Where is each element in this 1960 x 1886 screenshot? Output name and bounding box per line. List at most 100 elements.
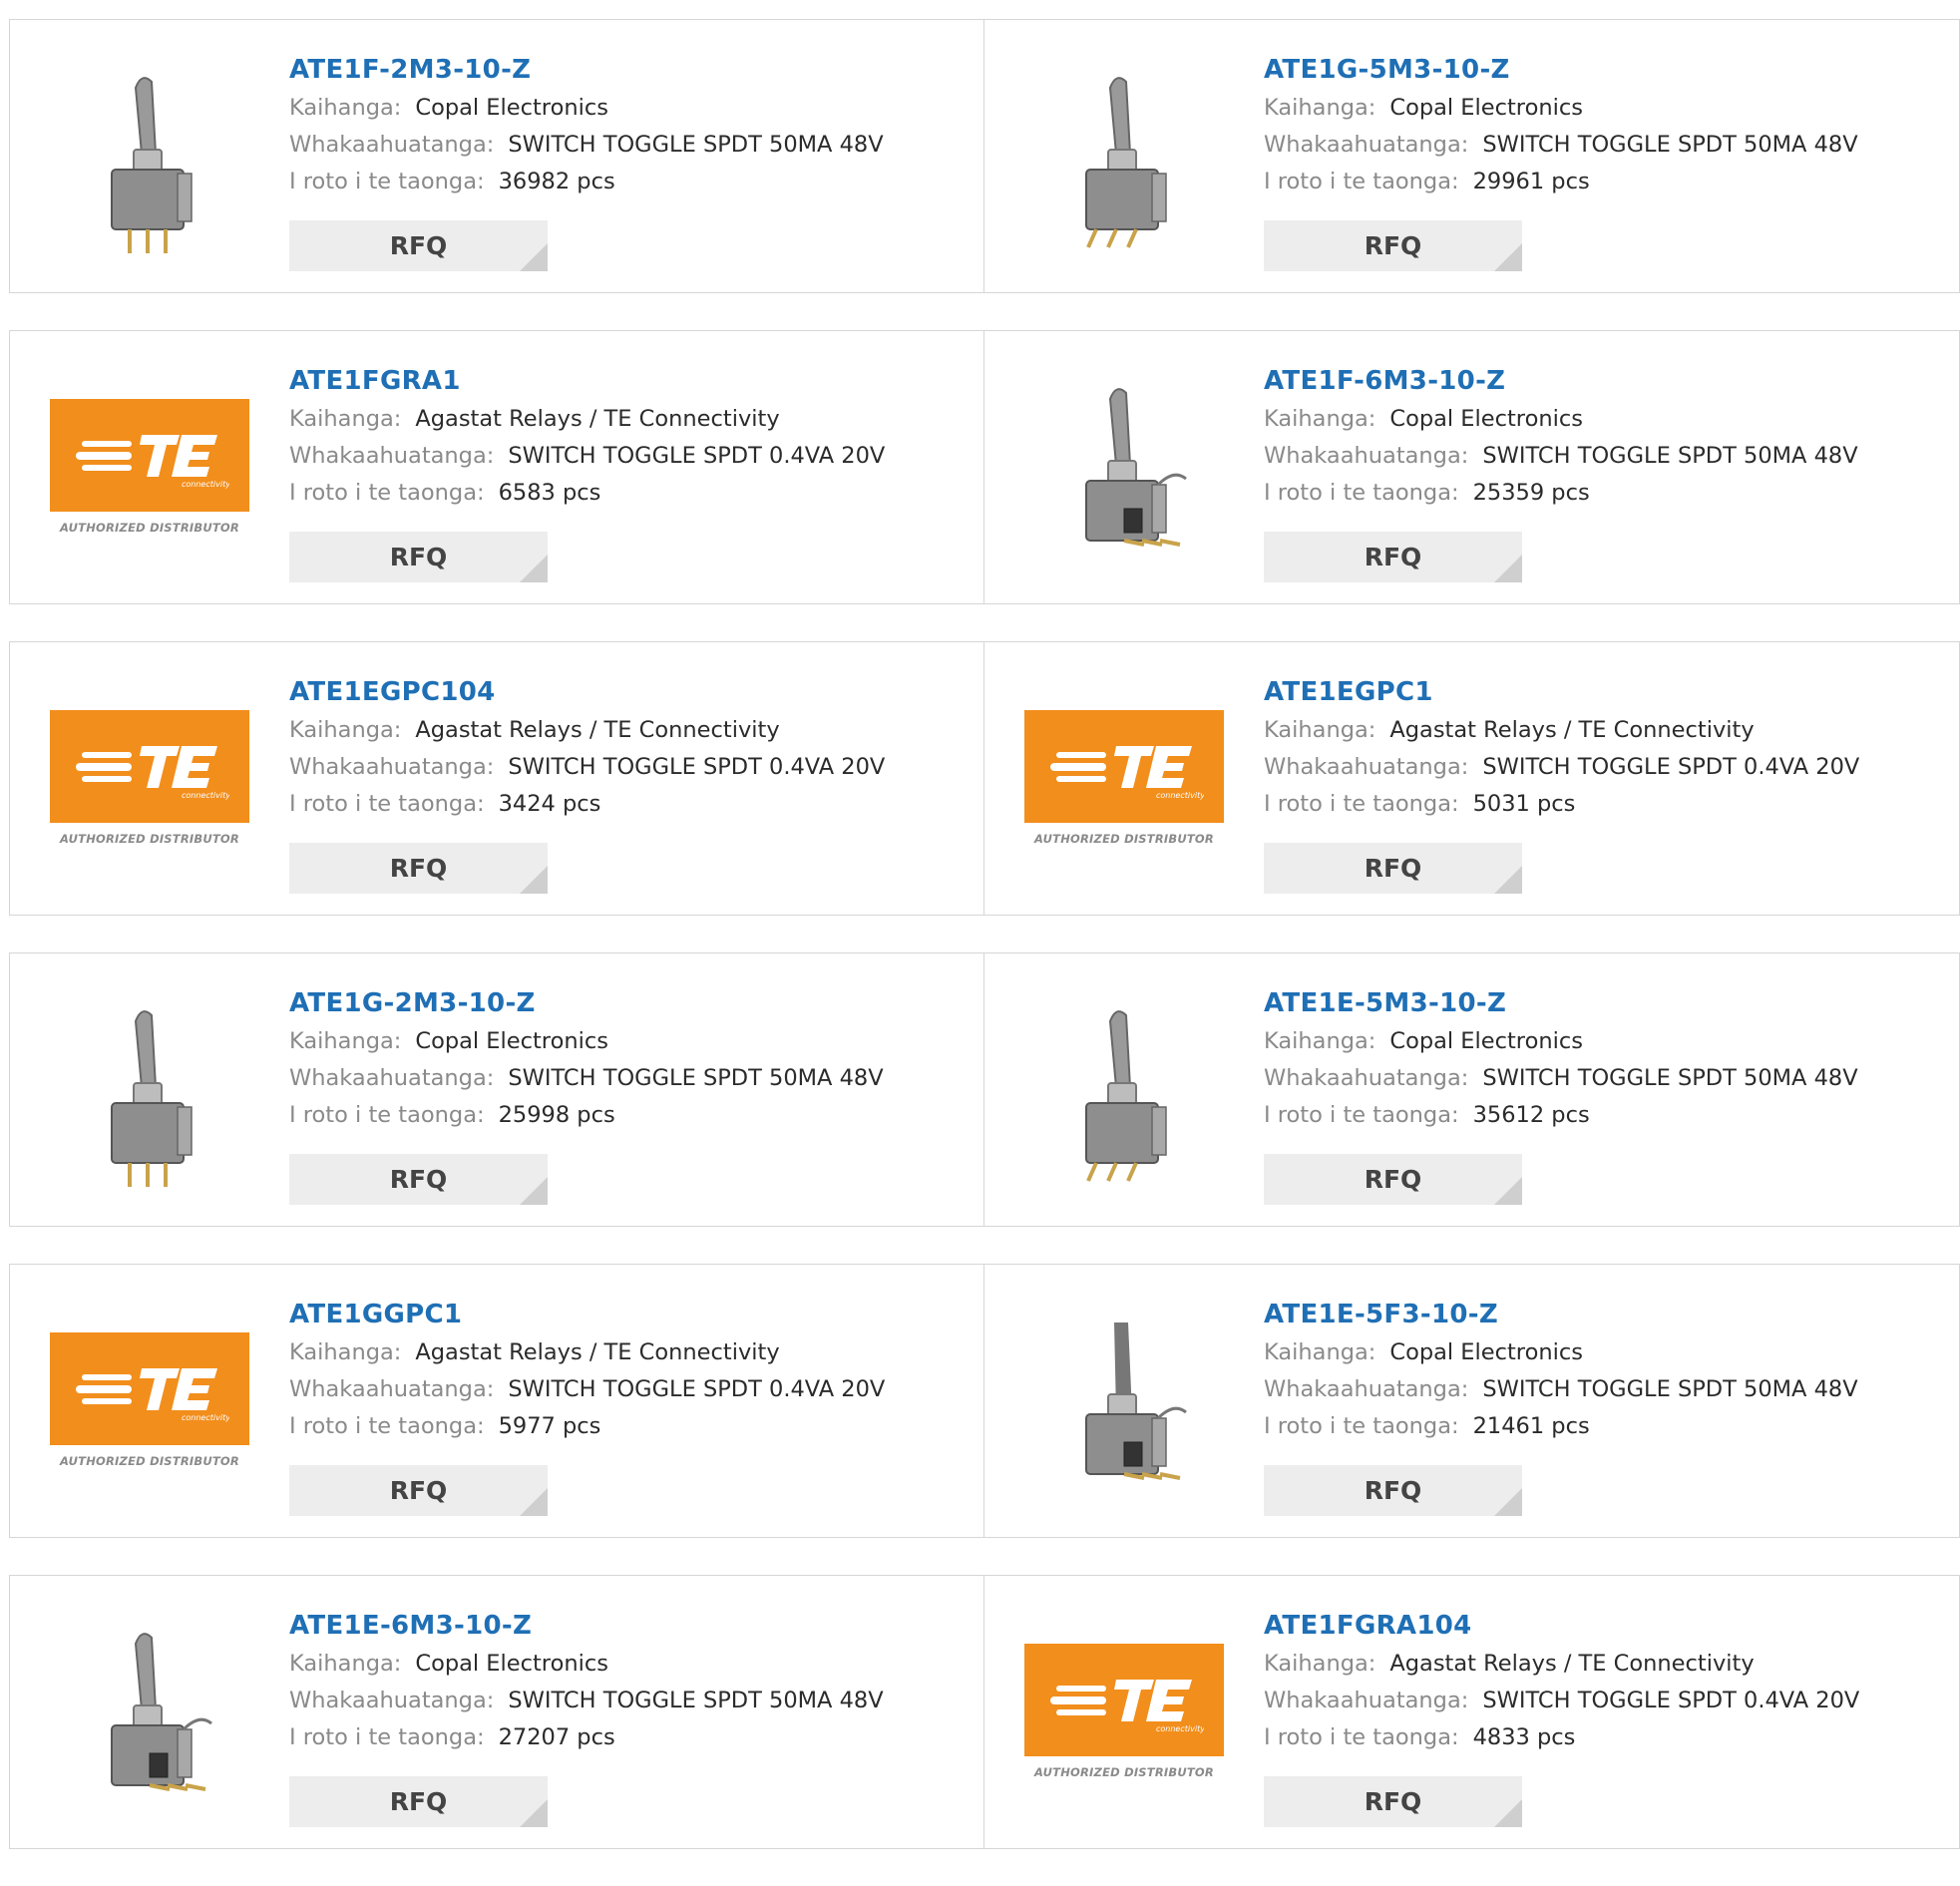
part-number-link[interactable]: ATE1E-6M3-10-Z [289, 1606, 964, 1646]
stock-line: I roto i te taonga: 5977 pcs [289, 1408, 964, 1445]
rfq-button[interactable]: RFQ [289, 1465, 548, 1516]
part-number-link[interactable]: ATE1E-5F3-10-Z [1264, 1295, 1939, 1334]
description-label: Whakaahuatanga: [1264, 1688, 1469, 1713]
authorized-distributor-text: AUTHORIZED DISTRIBUTOR [60, 832, 239, 846]
te-logo-box: connectivity [1024, 1644, 1224, 1756]
rfq-button[interactable]: RFQ [289, 1776, 548, 1827]
stock-line: I roto i te taonga: 5031 pcs [1264, 786, 1939, 823]
description-value: SWITCH TOGGLE SPDT 50MA 48V [1482, 443, 1858, 469]
part-number-link[interactable]: ATE1EGPC104 [289, 672, 964, 712]
toggle-switch-icon [1085, 77, 1167, 248]
product-info: ATE1E-6M3-10-Z Kaihanga: Copal Electronic… [289, 1606, 964, 1756]
manufacturer-value: Agastat Relays / TE Connectivity [415, 406, 780, 432]
description-label: Whakaahuatanga: [1264, 132, 1469, 158]
product-image[interactable]: connectivity AUTHORIZED DISTRIBUTOR [50, 1303, 249, 1502]
rfq-corner-decoration [1494, 1799, 1522, 1827]
product-image[interactable] [50, 1614, 249, 1813]
te-logo-tagline: connectivity [1156, 1724, 1204, 1733]
stock-line: I roto i te taonga: 29961 pcs [1264, 164, 1939, 200]
manufacturer-value: Agastat Relays / TE Connectivity [415, 717, 780, 743]
product-image[interactable]: connectivity AUTHORIZED DISTRIBUTOR [1024, 1614, 1224, 1813]
product-image[interactable]: connectivity AUTHORIZED DISTRIBUTOR [50, 680, 249, 880]
description-value: SWITCH TOGGLE SPDT 0.4VA 20V [508, 1376, 886, 1402]
manufacturer-line: Kaihanga: Agastat Relays / TE Connectivit… [289, 401, 964, 438]
stock-label: I roto i te taonga: [1264, 480, 1459, 506]
rfq-corner-decoration [520, 555, 548, 582]
description-label: Whakaahuatanga: [1264, 754, 1469, 780]
rfq-button[interactable]: RFQ [289, 843, 548, 894]
part-number-link[interactable]: ATE1FGRA1 [289, 361, 964, 401]
rfq-button[interactable]: RFQ [289, 220, 548, 271]
stock-line: I roto i te taonga: 6583 pcs [289, 475, 964, 512]
stock-label: I roto i te taonga: [289, 169, 485, 194]
te-logo-mark: connectivity [1050, 1679, 1204, 1733]
authorized-distributor-text: AUTHORIZED DISTRIBUTOR [60, 521, 239, 535]
part-number-link[interactable]: ATE1E-5M3-10-Z [1264, 983, 1939, 1023]
part-number-link[interactable]: ATE1G-2M3-10-Z [289, 983, 964, 1023]
product-info: ATE1EGPC104 Kaihanga: Agastat Relays / TE… [289, 672, 964, 823]
product-card: connectivity AUTHORIZED DISTRIBUTOR ATE1F… [9, 330, 984, 604]
stock-value: 5977 pcs [498, 1413, 601, 1439]
rfq-button[interactable]: RFQ [289, 532, 548, 582]
description-value: SWITCH TOGGLE SPDT 0.4VA 20V [508, 443, 886, 469]
product-image[interactable] [50, 58, 249, 257]
product-info: ATE1EGPC1 Kaihanga: Agastat Relays / TE C… [1264, 672, 1939, 823]
part-number-link[interactable]: ATE1G-5M3-10-Z [1264, 50, 1939, 90]
description-line: Whakaahuatanga: SWITCH TOGGLE SPDT 50MA 4… [1264, 1060, 1939, 1097]
toggle-switch-icon [1085, 388, 1187, 547]
product-image[interactable] [1024, 1303, 1224, 1502]
product-image[interactable] [50, 991, 249, 1191]
manufacturer-label: Kaihanga: [289, 95, 402, 121]
product-row: ATE1E-6M3-10-Z Kaihanga: Copal Electronic… [9, 1575, 1960, 1849]
manufacturer-label: Kaihanga: [1264, 406, 1376, 432]
product-card: ATE1G-2M3-10-Z Kaihanga: Copal Electronic… [9, 952, 984, 1227]
product-info: ATE1G-5M3-10-Z Kaihanga: Copal Electronic… [1264, 50, 1939, 200]
part-number-link[interactable]: ATE1EGPC1 [1264, 672, 1939, 712]
rfq-button[interactable]: RFQ [1264, 1154, 1522, 1205]
rfq-label: RFQ [389, 1787, 448, 1816]
product-info: ATE1E-5M3-10-Z Kaihanga: Copal Electronic… [1264, 983, 1939, 1134]
rfq-button[interactable]: RFQ [1264, 1465, 1522, 1516]
manufacturer-value: Copal Electronics [1389, 1028, 1583, 1054]
manufacturer-label: Kaihanga: [289, 717, 402, 743]
rfq-button[interactable]: RFQ [1264, 532, 1522, 582]
product-image[interactable] [1024, 58, 1224, 257]
product-card: ATE1F-6M3-10-Z Kaihanga: Copal Electronic… [984, 330, 1960, 604]
part-number-link[interactable]: ATE1GGPC1 [289, 1295, 964, 1334]
product-image[interactable] [1024, 991, 1224, 1191]
te-logo-tagline: connectivity [1156, 791, 1204, 800]
rfq-button[interactable]: RFQ [289, 1154, 548, 1205]
product-image[interactable] [1024, 369, 1224, 568]
product-grid: ATE1F-2M3-10-Z Kaihanga: Copal Electronic… [9, 19, 1960, 1886]
manufacturer-line: Kaihanga: Agastat Relays / TE Connectivit… [1264, 1646, 1939, 1683]
manufacturer-label: Kaihanga: [1264, 1339, 1376, 1365]
stock-label: I roto i te taonga: [1264, 1724, 1459, 1750]
te-logo-box: connectivity [1024, 710, 1224, 823]
product-info: ATE1FGRA104 Kaihanga: Agastat Relays / TE… [1264, 1606, 1939, 1756]
rfq-label: RFQ [1364, 1165, 1422, 1194]
description-label: Whakaahuatanga: [289, 1376, 495, 1402]
rfq-button[interactable]: RFQ [1264, 220, 1522, 271]
description-label: Whakaahuatanga: [289, 443, 495, 469]
authorized-distributor-text: AUTHORIZED DISTRIBUTOR [1034, 1765, 1214, 1779]
rfq-button[interactable]: RFQ [1264, 1776, 1522, 1827]
part-number-link[interactable]: ATE1FGRA104 [1264, 1606, 1939, 1646]
description-value: SWITCH TOGGLE SPDT 0.4VA 20V [508, 754, 886, 780]
product-image[interactable]: connectivity AUTHORIZED DISTRIBUTOR [50, 369, 249, 568]
te-logo-box: connectivity [50, 710, 249, 823]
product-row: connectivity AUTHORIZED DISTRIBUTOR ATE1F… [9, 330, 1960, 604]
description-line: Whakaahuatanga: SWITCH TOGGLE SPDT 0.4VA … [1264, 1683, 1939, 1719]
stock-line: I roto i te taonga: 25359 pcs [1264, 475, 1939, 512]
product-card: connectivity AUTHORIZED DISTRIBUTOR ATE1E… [984, 641, 1960, 916]
manufacturer-value: Copal Electronics [1389, 1339, 1583, 1365]
rfq-label: RFQ [1364, 854, 1422, 883]
te-connectivity-logo: connectivity AUTHORIZED DISTRIBUTOR [1024, 710, 1224, 850]
part-number-link[interactable]: ATE1F-2M3-10-Z [289, 50, 964, 90]
stock-value: 6583 pcs [498, 480, 601, 506]
part-number-link[interactable]: ATE1F-6M3-10-Z [1264, 361, 1939, 401]
te-logo-tagline: connectivity [182, 1413, 229, 1422]
manufacturer-label: Kaihanga: [289, 1651, 402, 1677]
rfq-button[interactable]: RFQ [1264, 843, 1522, 894]
product-image[interactable]: connectivity AUTHORIZED DISTRIBUTOR [1024, 680, 1224, 880]
manufacturer-value: Agastat Relays / TE Connectivity [415, 1339, 780, 1365]
